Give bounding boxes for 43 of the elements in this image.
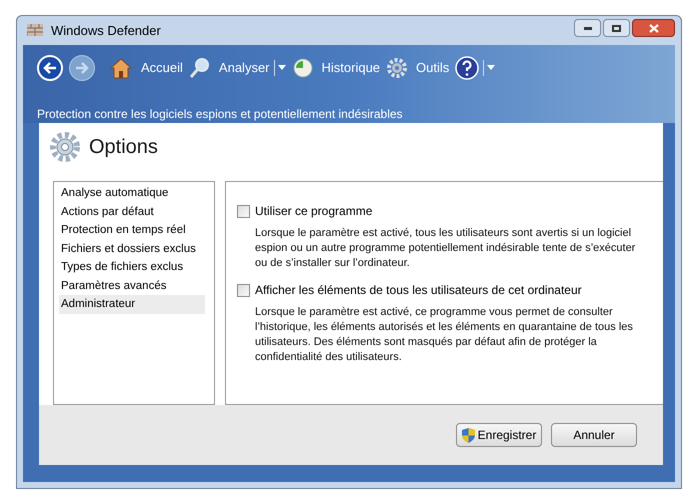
clock-icon: [292, 56, 314, 79]
caret-icon: [278, 65, 286, 70]
save-button[interactable]: Enregistrer: [456, 423, 542, 447]
options-list-item[interactable]: Protection en temps réel: [59, 221, 205, 240]
setting-description: Lorsque le paramètre est activé, tous les utilisateurs sont avertis si un logiciel espion ou un autre programme potentiellement indésirable tente de s’exécuter ou de s’installer sur l’ordinateur.: [254, 226, 636, 271]
forward-button[interactable]: [69, 54, 95, 81]
help-icon: [455, 56, 480, 80]
checkbox[interactable]: [237, 284, 250, 296]
cancel-button[interactable]: Annuler: [551, 423, 637, 447]
house-icon: [109, 56, 133, 79]
window-title: Windows Defender: [51, 22, 161, 40]
subtitle: Protection contre les logiciels espions et potentiellement indésirables: [37, 106, 404, 123]
options-list-item[interactable]: Administrateur: [59, 295, 205, 314]
close-button[interactable]: [632, 19, 675, 38]
toolbar-button[interactable]: Outils: [386, 56, 450, 79]
shield-icon: [462, 428, 475, 442]
checkbox[interactable]: [237, 204, 250, 218]
close-icon: [648, 24, 658, 33]
toolbar-button[interactable]: [455, 56, 480, 80]
options-list-item[interactable]: Types de fichiers exclus: [59, 258, 205, 276]
magnifier-icon: [188, 56, 211, 79]
gear-icon: [386, 56, 408, 79]
toolbar-button[interactable]: Historique: [292, 56, 380, 79]
dropdown-button[interactable]: [483, 60, 496, 76]
toolbar-button[interactable]: Analyser: [188, 56, 270, 79]
options-list-item[interactable]: Analyse automatique: [59, 184, 205, 202]
options-list-item[interactable]: Paramètres avancés: [59, 276, 205, 295]
setting-description: Lorsque le paramètre est activé, ce programme vous permet de consulter l’historique, les éléments autorisés et les éléments en quarantaine de tous les utilisateurs. Des éléments sont masqués par défaut afin de protéger la confidentialité des utilisateurs.: [254, 305, 634, 365]
toolbar-button[interactable]: Accueil: [109, 56, 183, 79]
options-list-item[interactable]: Fichiers et dossiers exclus: [59, 240, 205, 258]
minimize-button[interactable]: [574, 19, 601, 38]
maximize-button[interactable]: [603, 19, 630, 38]
checkbox-label: Utiliser ce programme: [255, 203, 372, 220]
checkbox-label: Afficher les éléments de tous les utilisateurs de cet ordinateur: [255, 282, 582, 299]
wall-icon: [27, 24, 43, 36]
arrow-left-icon: [43, 62, 57, 74]
caret-icon: [487, 65, 496, 70]
gear-icon: [49, 131, 81, 163]
options-list-item[interactable]: Actions par défaut: [59, 202, 205, 221]
arrow-right-icon: [75, 62, 89, 74]
dropdown-button[interactable]: [274, 60, 286, 76]
back-button[interactable]: [37, 54, 63, 81]
page-title: Options: [89, 135, 158, 160]
